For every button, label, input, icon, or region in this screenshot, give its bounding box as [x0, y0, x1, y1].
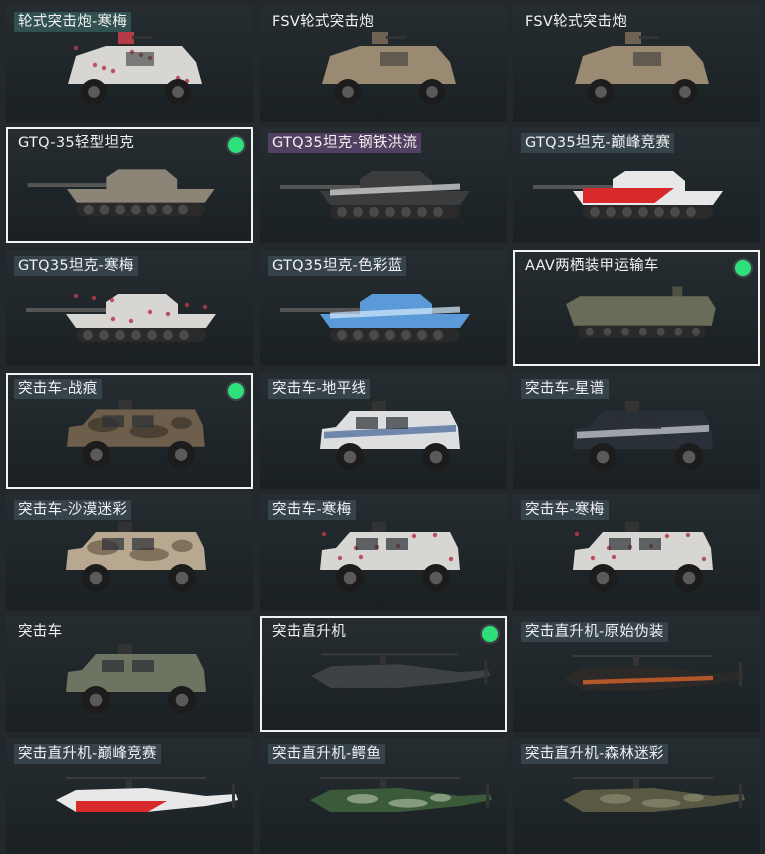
helicopter-vehicle-image [262, 630, 505, 726]
vehicle-skin-card[interactable]: 突击车-沙漠迷彩 [6, 494, 253, 610]
vehicle-skin-card[interactable]: GTQ35坦克-巅峰竞赛 [513, 127, 760, 243]
vehicle-skin-card[interactable]: 突击车-寒梅 [513, 494, 760, 610]
wheeled-gun-vehicle-image [260, 22, 507, 118]
assault-car-vehicle-image [8, 387, 251, 483]
vehicle-skin-card[interactable]: 突击直升机-巅峰竞赛 [6, 738, 253, 854]
vehicle-render [311, 653, 491, 699]
vehicle-skin-card[interactable]: FSV轮式突击炮 [260, 6, 507, 122]
vehicle-render [563, 777, 745, 823]
vehicle-render [66, 522, 206, 592]
wheeled-gun-vehicle-image [6, 22, 253, 118]
assault-car-vehicle-image [513, 389, 760, 485]
vehicle-render [280, 294, 470, 342]
vehicle-render [56, 777, 238, 823]
vehicle-render [533, 171, 723, 219]
vehicle-skin-card[interactable]: 突击直升机-森林迷彩 [513, 738, 760, 854]
wheeled-gun-vehicle-image [513, 22, 760, 118]
vehicle-render [575, 32, 709, 105]
vehicle-render [66, 644, 206, 714]
vehicle-render [26, 293, 216, 342]
assault-car-vehicle-image [260, 389, 507, 485]
vehicle-skin-card[interactable]: 突击直升机-鳄鱼 [260, 738, 507, 854]
assault-car-vehicle-image [6, 632, 253, 728]
tank-vehicle-image [6, 266, 253, 362]
vehicle-skin-card[interactable]: FSV轮式突击炮 [513, 6, 760, 122]
helicopter-vehicle-image [513, 632, 760, 728]
tank-vehicle-image [260, 266, 507, 362]
tank-vehicle-image [8, 141, 251, 237]
vehicle-skin-card[interactable]: AAV两栖装甲运输车 [513, 250, 760, 366]
vehicle-skin-card[interactable]: 突击车-寒梅 [260, 494, 507, 610]
vehicle-render [573, 401, 713, 471]
vehicle-render [310, 777, 492, 823]
assault-car-vehicle-image [513, 510, 760, 606]
vehicle-render [68, 32, 202, 105]
vehicle-skin-card[interactable]: 突击车-地平线 [260, 373, 507, 489]
vehicle-skin-card[interactable]: 轮式突击炮-寒梅 [6, 6, 253, 122]
vehicle-render [563, 655, 745, 701]
vehicle-render [320, 522, 460, 592]
vehicle-skin-card[interactable]: GTQ35坦克-寒梅 [6, 250, 253, 366]
vehicle-render [573, 522, 713, 592]
vehicle-render [566, 286, 716, 338]
vehicle-skin-card[interactable]: 突击直升机-原始伪装 [513, 616, 760, 732]
vehicle-render [320, 401, 460, 471]
vehicle-render [322, 32, 456, 105]
vehicle-skin-card[interactable]: GTQ-35轻型坦克 [6, 127, 253, 243]
assault-car-vehicle-image [260, 510, 507, 606]
helicopter-vehicle-image [513, 754, 760, 850]
tank-vehicle-image [513, 143, 760, 239]
vehicle-skin-card[interactable]: 突击车 [6, 616, 253, 732]
helicopter-vehicle-image [260, 754, 507, 850]
amphibious-vehicle-image [515, 264, 758, 360]
vehicle-render [67, 399, 205, 469]
assault-car-vehicle-image [6, 510, 253, 606]
vehicle-render [280, 171, 470, 219]
vehicle-skin-card[interactable]: GTQ35坦克-钢铁洪流 [260, 127, 507, 243]
vehicle-skin-card[interactable]: 突击车-战痕 [6, 373, 253, 489]
helicopter-vehicle-image [6, 754, 253, 850]
vehicle-skin-card[interactable]: GTQ35坦克-色彩蓝 [260, 250, 507, 366]
vehicle-render [27, 169, 215, 217]
vehicle-skin-grid: 轮式突击炮-寒梅 FSV轮式突击炮 FSV轮式突击炮 GTQ-35轻型坦克 GT… [0, 0, 765, 854]
tank-vehicle-image [260, 143, 507, 239]
vehicle-skin-card[interactable]: 突击车-星谱 [513, 373, 760, 489]
vehicle-skin-card[interactable]: 突击直升机 [260, 616, 507, 732]
